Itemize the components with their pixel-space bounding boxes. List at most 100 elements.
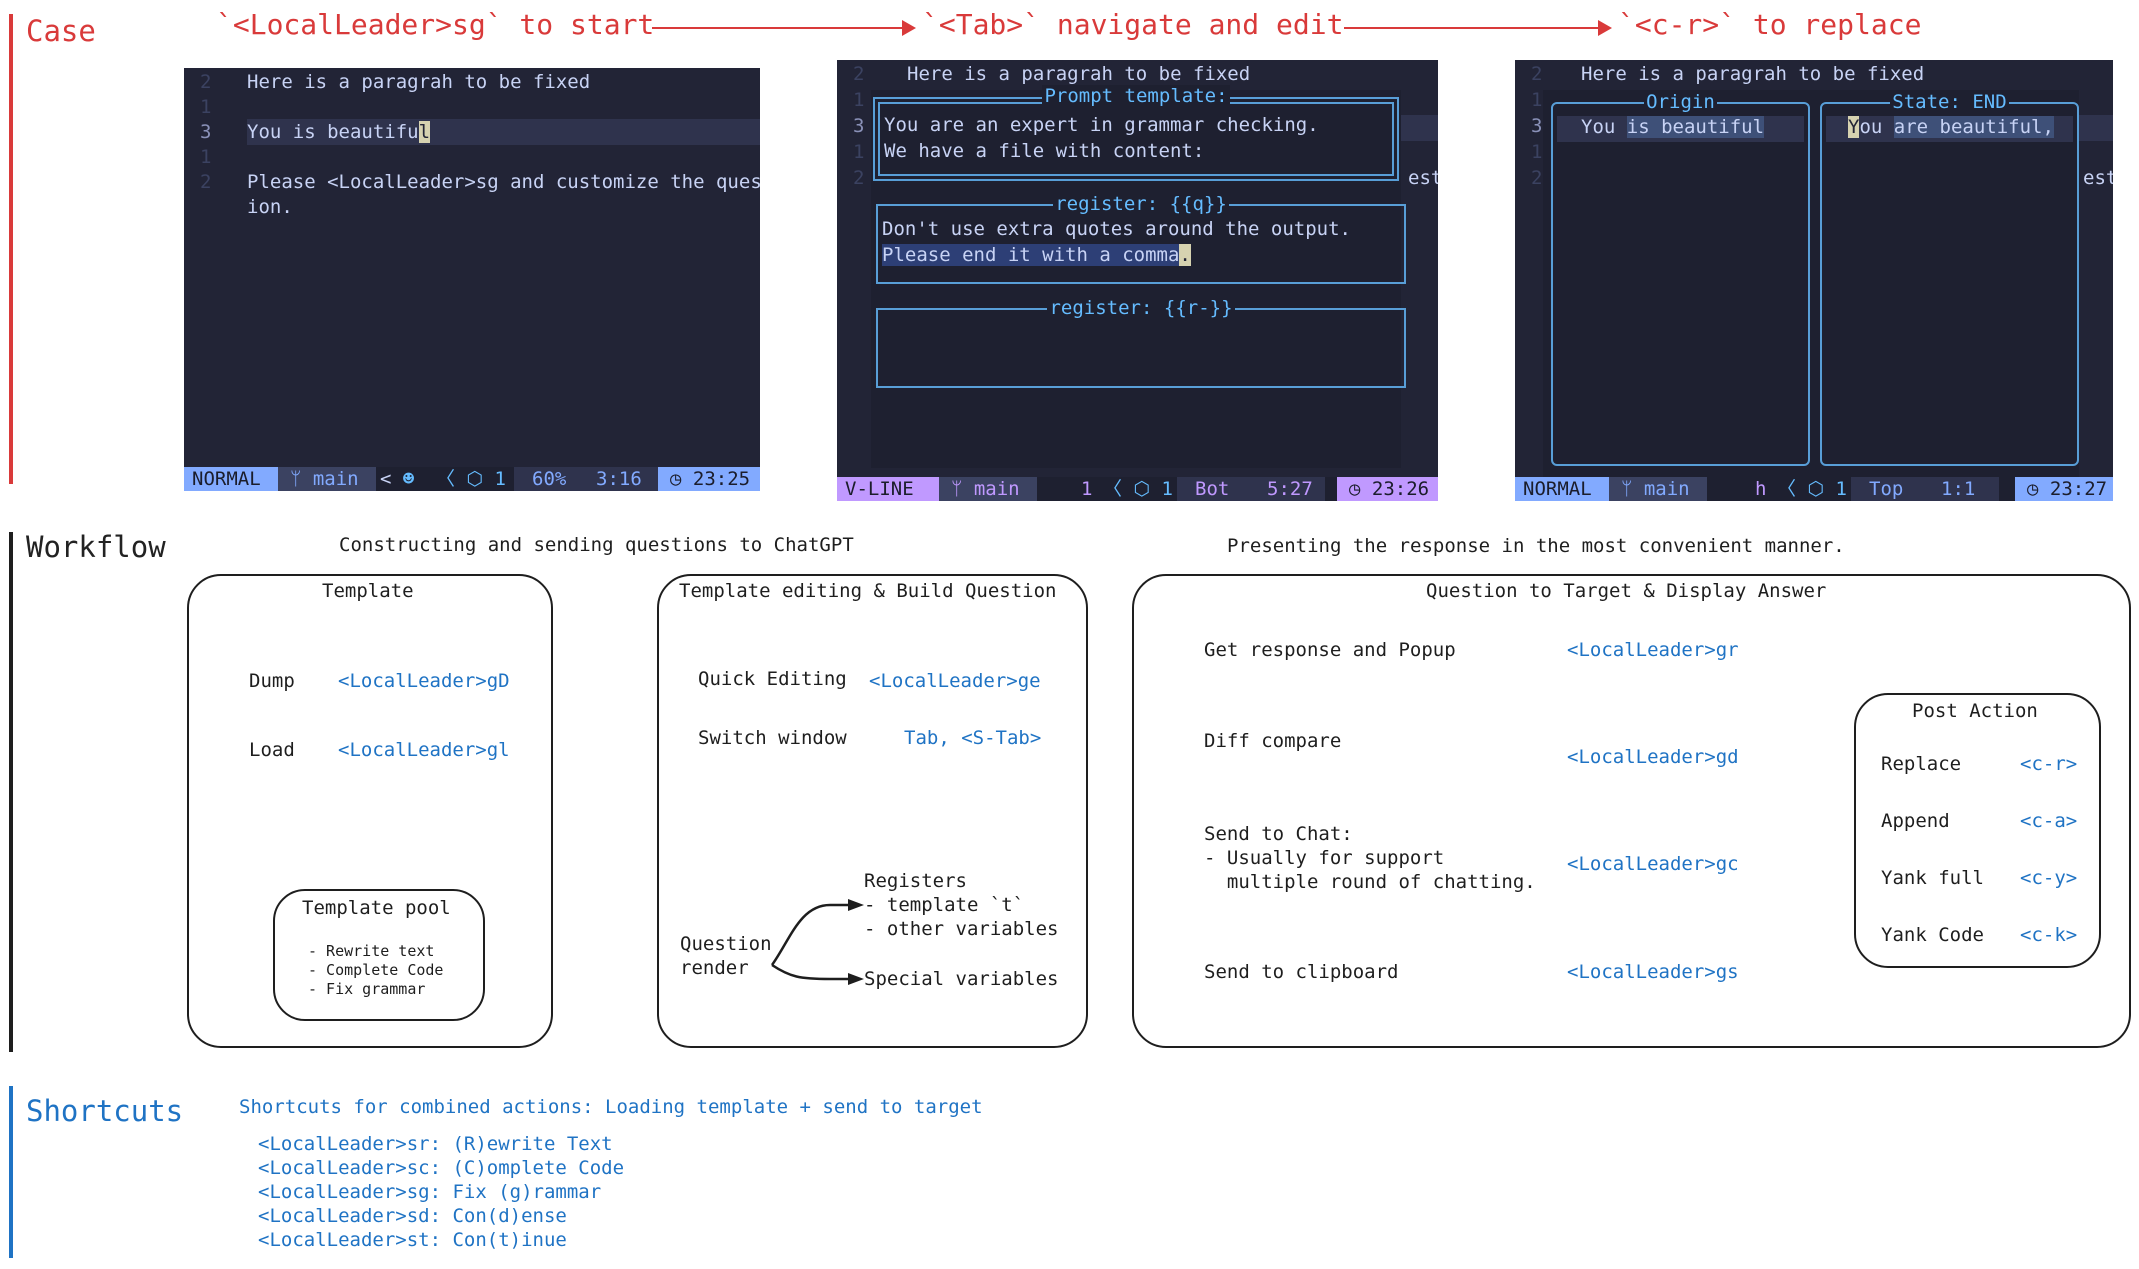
- text-before-cursor: You is beautifu: [247, 121, 419, 143]
- window-title: register: {{q}}: [1053, 193, 1229, 215]
- shortcut-item[interactable]: <LocalLeader>sc: (C)omplete Code: [258, 1157, 624, 1179]
- special-variables: Special variables: [864, 968, 1059, 990]
- text-line-current[interactable]: You is beautiful: [247, 121, 431, 143]
- workflow-accent-bar: [9, 532, 13, 1052]
- package-icon: ⬡: [1807, 478, 1825, 500]
- line-number: 1: [200, 96, 212, 118]
- clock-icon: ◷: [1349, 478, 1372, 500]
- line-number: 2: [853, 63, 865, 85]
- registers-item: - template `t`: [864, 894, 1025, 916]
- text-line[interactable]: Here is a paragrah to be fixed: [247, 71, 590, 93]
- cursor-line-highlight: [2075, 115, 2113, 141]
- mode-indicator: NORMAL: [184, 467, 278, 491]
- line-number: 1: [1531, 89, 1543, 111]
- send-to-clipboard-label: Send to clipboard: [1204, 961, 1399, 983]
- copilot-icon: ☻: [402, 468, 415, 490]
- append-label: Append: [1881, 810, 1950, 832]
- origin-window[interactable]: Origin You is beautiful: [1551, 91, 1810, 466]
- git-branch: ᛘ main: [1609, 477, 1707, 501]
- text-line[interactable]: We have a file with content:: [884, 140, 1204, 162]
- arrow-head-icon: [1598, 20, 1612, 36]
- text-line-selected[interactable]: Please end it with a comma.: [882, 244, 1191, 266]
- load-shortcut[interactable]: <LocalLeader>gl: [338, 739, 510, 761]
- quick-editing-shortcut[interactable]: <LocalLeader>ge: [869, 670, 1041, 692]
- shortcut-item[interactable]: <LocalLeader>sd: Con(d)ense: [258, 1205, 567, 1227]
- diagnostics: 〈 ⬡ 1: [1103, 478, 1173, 500]
- line-number: 1: [200, 146, 212, 168]
- line-number: 3: [200, 121, 212, 143]
- line-number: 2: [853, 167, 865, 189]
- append-shortcut[interactable]: <c-a>: [2020, 810, 2077, 832]
- editor-panel-replace: 2 1 3 1 2 Here is a paragrah to be fixed…: [1515, 60, 2113, 501]
- line-number: 3: [853, 115, 865, 137]
- yank-code-shortcut[interactable]: <c-k>: [2020, 924, 2077, 946]
- text-line[interactable]: Don't use extra quotes around the output…: [882, 218, 1351, 240]
- yank-full-label: Yank full: [1881, 867, 1984, 889]
- cursor: l: [418, 121, 431, 143]
- step-2-label: `<Tab>` navigate and edit: [922, 8, 1344, 41]
- arrow-head-icon: [848, 899, 864, 911]
- origin-text[interactable]: You is beautiful: [1581, 116, 1765, 138]
- cursor: .: [1179, 244, 1191, 266]
- text-line[interactable]: Here is a paragrah to be fixed: [907, 63, 1250, 85]
- quick-editing-label: Quick Editing: [698, 668, 847, 690]
- shortcut-item[interactable]: <LocalLeader>st: Con(t)inue: [258, 1229, 567, 1251]
- text-line-wrap[interactable]: ion.: [247, 196, 293, 218]
- template-box-title: Template: [322, 580, 414, 602]
- replace-label: Replace: [1881, 753, 1962, 775]
- yank-full-shortcut[interactable]: <c-y>: [2020, 867, 2077, 889]
- text-line[interactable]: Please <LocalLeader>sg and customize the…: [247, 171, 760, 193]
- template-pool-item: - Fix grammar: [308, 980, 426, 998]
- state-text[interactable]: You are beautiful,: [1848, 116, 2054, 138]
- window-title: register: {{r-}}: [1047, 297, 1235, 319]
- step-arrow-2: [1344, 27, 1598, 29]
- get-response-shortcut[interactable]: <LocalLeader>gr: [1567, 639, 1739, 661]
- diff-compare-label: Diff compare: [1204, 730, 1342, 752]
- send-to-clipboard-shortcut[interactable]: <LocalLeader>gs: [1567, 961, 1739, 983]
- cursor-line-highlight: [1397, 115, 1438, 141]
- shortcuts-accent-bar: [9, 1086, 13, 1258]
- shortcut-item[interactable]: <LocalLeader>sr: (R)ewrite Text: [258, 1133, 613, 1155]
- case-section-title: Case: [26, 14, 96, 48]
- template-pool-item: - Complete Code: [308, 961, 444, 979]
- step-3-label: `<c-r>` to replace: [1618, 8, 1922, 41]
- state-window[interactable]: State: END You are beautiful,: [1820, 91, 2079, 466]
- line-number: 1: [853, 141, 865, 163]
- mode-indicator: V-LINE: [837, 477, 939, 501]
- register-r-window[interactable]: register: {{r-}}: [876, 297, 1406, 388]
- status-extra: < ☻: [380, 468, 415, 490]
- clock: ◷ 23:25: [658, 467, 760, 491]
- diagnostics: 〈 ⬡ 1: [1777, 478, 1847, 500]
- arrow-to-special: [771, 963, 848, 981]
- prompt-template-window[interactable]: Prompt template: You are an expert in gr…: [873, 85, 1399, 181]
- mode-indicator: NORMAL: [1515, 477, 1609, 501]
- question-target-title: Question to Target & Display Answer: [1426, 580, 1827, 602]
- replace-shortcut[interactable]: <c-r>: [2020, 753, 2077, 775]
- overflow-text: est: [1408, 167, 1438, 189]
- text-line[interactable]: Here is a paragrah to be fixed: [1581, 63, 1924, 85]
- question-render-label: Question render: [680, 933, 772, 979]
- template-pool-item: - Rewrite text: [308, 942, 435, 960]
- selection: Please end it with a comma: [882, 244, 1180, 266]
- shortcut-item[interactable]: <LocalLeader>sg: Fix (g)rammar: [258, 1181, 601, 1203]
- template-editing-title: Template editing & Build Question: [679, 580, 1057, 602]
- post-action-title: Post Action: [1912, 700, 2038, 722]
- text-line[interactable]: You are an expert in grammar checking.: [884, 114, 1319, 136]
- dump-shortcut[interactable]: <LocalLeader>gD: [338, 670, 510, 692]
- registers-title: Registers: [864, 870, 967, 892]
- line-number: 2: [200, 171, 212, 193]
- diff-compare-shortcut[interactable]: <LocalLeader>gd: [1567, 746, 1739, 768]
- cursor-position: 5:27: [1267, 478, 1313, 500]
- diff-highlight: are beautiful,: [1893, 116, 2054, 138]
- yank-code-label: Yank Code: [1881, 924, 1984, 946]
- arrow-to-registers: [770, 903, 848, 966]
- send-to-chat-shortcut[interactable]: <LocalLeader>gc: [1567, 853, 1739, 875]
- line-number: 2: [1531, 167, 1543, 189]
- cursor-position: 1:1: [1941, 478, 1976, 500]
- window-title: State: END: [1890, 91, 2009, 113]
- selection-count: 1: [1081, 478, 1093, 500]
- status-line: V-LINE ᛘ main 1 〈 ⬡ 1 Bot 5:27 ◷ 23:26: [837, 477, 1438, 501]
- switch-window-shortcut[interactable]: Tab, <S-Tab>: [904, 727, 1041, 749]
- register-q-window[interactable]: register: {{q}} Don't use extra quotes a…: [876, 193, 1406, 284]
- git-branch-icon: ᛘ: [951, 478, 974, 500]
